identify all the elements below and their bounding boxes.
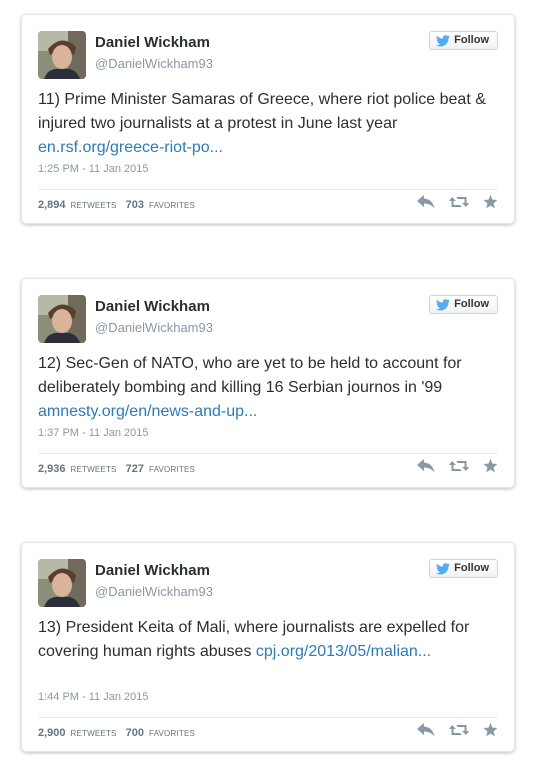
author-handle[interactable]: @DanielWickham93 xyxy=(95,56,213,71)
avatar[interactable] xyxy=(38,559,86,607)
tweet-link[interactable]: amnesty.org/en/news-and-up... xyxy=(38,403,257,420)
divider xyxy=(38,453,498,454)
retweet-count[interactable]: 2,894 xyxy=(38,199,66,211)
twitter-bird-icon xyxy=(436,562,451,575)
retweet-count[interactable]: 2,900 xyxy=(38,727,66,739)
tweet-actions xyxy=(417,195,498,214)
tweet-text: 13) President Keita of Mali, where journ… xyxy=(38,616,500,664)
tweet-text: 12) Sec-Gen of NATO, who are yet to be h… xyxy=(38,352,500,424)
follow-button[interactable]: Follow xyxy=(429,31,498,50)
avatar[interactable] xyxy=(38,295,86,343)
favorite-count[interactable]: 727 xyxy=(126,463,144,475)
favorite-count[interactable]: 703 xyxy=(126,199,144,211)
author-name[interactable]: Daniel Wickham xyxy=(95,562,210,579)
follow-label: Follow xyxy=(454,562,489,574)
timestamp[interactable]: 1:37 PM - 11 Jan 2015 xyxy=(38,427,148,439)
tweet-card: Daniel Wickham @DanielWickham93 Follow 1… xyxy=(21,278,515,488)
reply-icon[interactable] xyxy=(417,459,435,478)
tweet-stats: 2,936 RETWEETS 727 FAVORITES xyxy=(38,463,199,475)
tweet-actions xyxy=(417,723,498,742)
reply-icon[interactable] xyxy=(417,723,435,742)
follow-label: Follow xyxy=(454,34,489,46)
reply-icon[interactable] xyxy=(417,195,435,214)
author-handle[interactable]: @DanielWickham93 xyxy=(95,320,213,335)
tweet-text: 11) Prime Minister Samaras of Greece, wh… xyxy=(38,88,500,160)
retweet-icon[interactable] xyxy=(449,459,469,478)
favorites-label: FAVORITES xyxy=(148,729,196,738)
retweets-label: RETWEETS xyxy=(70,729,117,738)
twitter-bird-icon xyxy=(436,298,451,311)
favorite-count[interactable]: 700 xyxy=(126,727,144,739)
tweet-body: 12) Sec-Gen of NATO, who are yet to be h… xyxy=(38,355,462,396)
favorite-star-icon[interactable] xyxy=(483,195,498,214)
tweet-actions xyxy=(417,459,498,478)
author-handle[interactable]: @DanielWickham93 xyxy=(95,584,213,599)
tweet-link[interactable]: cpj.org/2013/05/malian... xyxy=(256,643,431,660)
tweet-card: Daniel Wickham @DanielWickham93 Follow 1… xyxy=(21,542,515,752)
timestamp[interactable]: 1:25 PM - 11 Jan 2015 xyxy=(38,163,148,175)
tweet-card: Daniel Wickham @DanielWickham93 Follow 1… xyxy=(21,14,515,224)
follow-button[interactable]: Follow xyxy=(429,559,498,578)
tweet-stats: 2,900 RETWEETS 700 FAVORITES xyxy=(38,727,199,739)
follow-button[interactable]: Follow xyxy=(429,295,498,314)
tweet-stats: 2,894 RETWEETS 703 FAVORITES xyxy=(38,199,199,211)
avatar[interactable] xyxy=(38,31,86,79)
retweets-label: RETWEETS xyxy=(70,201,117,210)
retweet-icon[interactable] xyxy=(449,195,469,214)
favorites-label: FAVORITES xyxy=(148,465,196,474)
favorites-label: FAVORITES xyxy=(148,201,196,210)
retweet-icon[interactable] xyxy=(449,723,469,742)
tweet-body: 11) Prime Minister Samaras of Greece, wh… xyxy=(38,91,486,132)
twitter-bird-icon xyxy=(436,34,451,47)
favorite-star-icon[interactable] xyxy=(483,723,498,742)
tweet-link[interactable]: en.rsf.org/greece-riot-po... xyxy=(38,139,223,156)
retweets-label: RETWEETS xyxy=(70,465,117,474)
retweet-count[interactable]: 2,936 xyxy=(38,463,66,475)
divider xyxy=(38,189,498,190)
author-name[interactable]: Daniel Wickham xyxy=(95,298,210,315)
follow-label: Follow xyxy=(454,298,489,310)
author-name[interactable]: Daniel Wickham xyxy=(95,34,210,51)
favorite-star-icon[interactable] xyxy=(483,459,498,478)
timestamp[interactable]: 1:44 PM - 11 Jan 2015 xyxy=(38,691,148,703)
divider xyxy=(38,717,498,718)
